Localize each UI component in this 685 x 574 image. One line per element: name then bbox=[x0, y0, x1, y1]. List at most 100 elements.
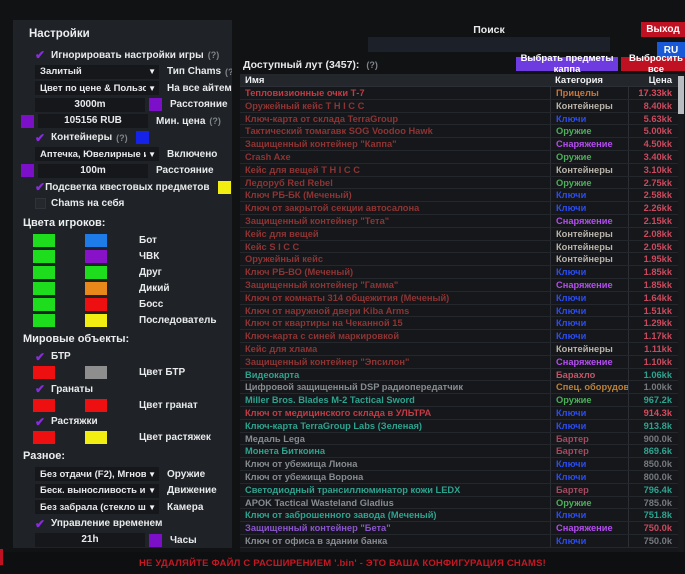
checkbox-checked-icon[interactable]: ✔ bbox=[35, 517, 51, 531]
search-input[interactable] bbox=[368, 37, 610, 52]
color-swatch[interactable] bbox=[149, 534, 162, 547]
dropdown[interactable]: Без отдачи (F2), Мгновенное п▼ bbox=[35, 467, 159, 481]
loot-help-icon[interactable]: (?) bbox=[366, 60, 378, 70]
table-row[interactable]: Цифровой защищенный DSP радиопередатчикС… bbox=[240, 381, 678, 394]
color-swatch[interactable] bbox=[85, 234, 107, 247]
color-swatch[interactable] bbox=[85, 298, 107, 311]
value-input[interactable]: 3000m bbox=[35, 98, 145, 112]
item-name-cell: Ключ от наружной двери Kiba Arms bbox=[240, 305, 550, 317]
table-row[interactable]: Кейс для вещейКонтейнеры2.08kk bbox=[240, 228, 678, 241]
checkbox-unchecked[interactable] bbox=[35, 198, 46, 209]
color-swatch[interactable] bbox=[85, 314, 107, 327]
table-row[interactable]: Защищенный контейнер "Тета"Снаряжение2.1… bbox=[240, 215, 678, 228]
color-swatch[interactable] bbox=[33, 366, 55, 379]
table-row[interactable]: Ключ от убежища ВоронаКлючи800.0k bbox=[240, 471, 678, 484]
table-row[interactable]: Ключ РБ-ВО (Меченый)Ключи1.85kk bbox=[240, 266, 678, 279]
help-icon[interactable]: (?) bbox=[116, 133, 128, 143]
table-row[interactable]: Тактический томагавк SOG Voodoo HawkОруж… bbox=[240, 125, 678, 138]
table-row[interactable]: Тепловизионные очки Т-7Прицелы17.33kk bbox=[240, 87, 678, 100]
color-swatch[interactable] bbox=[136, 131, 149, 144]
color-swatch[interactable] bbox=[85, 399, 107, 412]
checkbox-checked-icon[interactable]: ✔ bbox=[35, 415, 51, 429]
table-row[interactable]: Ключ от убежища ЛионаКлючи850.0k bbox=[240, 458, 678, 471]
column-header-price[interactable]: Цена bbox=[628, 74, 678, 86]
color-swatch[interactable] bbox=[218, 181, 231, 194]
checkbox-checked-icon[interactable]: ✔ bbox=[35, 350, 51, 364]
table-row[interactable]: APOK Tactical Wasteland GladiusОружие785… bbox=[240, 497, 678, 510]
table-row[interactable]: Ключ от квартиры на Чеканной 15Ключи1.29… bbox=[240, 317, 678, 330]
table-row[interactable]: Защищенный контейнер "Бета"Снаряжение750… bbox=[240, 522, 678, 535]
checkbox-checked-icon[interactable]: ✔ bbox=[35, 382, 51, 396]
exit-button[interactable]: Выход bbox=[641, 22, 685, 37]
item-name-cell: Оружейный кейс T H I C C bbox=[240, 100, 550, 112]
color-swatch[interactable] bbox=[33, 234, 55, 247]
table-row[interactable]: Ключ от медицинского склада в УЛЬТРАКлюч… bbox=[240, 407, 678, 420]
table-row[interactable]: Кейс S I C CКонтейнеры2.05kk bbox=[240, 241, 678, 254]
dropdown[interactable]: Аптечка, Ювелирные и...▼ bbox=[35, 147, 159, 161]
color-swatch[interactable] bbox=[85, 366, 107, 379]
table-row[interactable]: Ключ от офиса в здании банкаКлючи750.0k bbox=[240, 535, 678, 548]
table-row[interactable]: Ключ РБ-БК (Меченый)Ключи2.58kk bbox=[240, 189, 678, 202]
table-row[interactable]: Miller Bros. Blades M-2 Tactical SwordОр… bbox=[240, 394, 678, 407]
dropdown[interactable]: Цвет по цене & Пользователь▼ bbox=[35, 81, 159, 95]
color-swatch[interactable] bbox=[85, 282, 107, 295]
table-row[interactable]: Crash AxeОружие3.40kk bbox=[240, 151, 678, 164]
value-input[interactable]: 21h bbox=[35, 533, 145, 547]
color-swatch[interactable] bbox=[85, 431, 107, 444]
column-header-name[interactable]: Имя bbox=[240, 74, 550, 86]
color-swatch[interactable] bbox=[85, 250, 107, 263]
settings-row: Дикий bbox=[21, 282, 226, 295]
table-row[interactable]: Ключ-карта с синей маркировкойКлючи1.17k… bbox=[240, 330, 678, 343]
checkbox-checked-icon[interactable]: ✔ bbox=[35, 131, 51, 145]
color-swatch[interactable] bbox=[33, 399, 55, 412]
checkbox-checked-icon[interactable]: ✔ bbox=[35, 48, 51, 62]
color-swatch[interactable] bbox=[33, 250, 55, 263]
help-icon[interactable]: (?) bbox=[225, 67, 232, 77]
item-price-cell: 3.40kk bbox=[628, 151, 678, 163]
value-input[interactable]: 105156 RUB bbox=[38, 114, 148, 128]
color-swatch[interactable] bbox=[21, 164, 34, 177]
table-row[interactable]: Защищенный контейнер "Эпсилон"Снаряжение… bbox=[240, 356, 678, 369]
table-scrollbar-thumb[interactable] bbox=[678, 76, 684, 114]
dropdown[interactable]: Залитый▼ bbox=[35, 65, 159, 79]
color-swatch[interactable] bbox=[33, 266, 55, 279]
table-row[interactable]: Ключ от заброшенного завода (Меченый)Клю… bbox=[240, 509, 678, 522]
item-name-cell: Тактический томагавк SOG Voodoo Hawk bbox=[240, 125, 550, 137]
color-swatch[interactable] bbox=[33, 282, 55, 295]
table-row[interactable]: Кейс для вещей T H I C CКонтейнеры3.10kk bbox=[240, 164, 678, 177]
color-swatch[interactable] bbox=[149, 98, 162, 111]
table-row[interactable]: Ключ от наружной двери Kiba ArmsКлючи1.5… bbox=[240, 305, 678, 318]
table-row[interactable]: Защищенный контейнер "Гамма"Снаряжение1.… bbox=[240, 279, 678, 292]
dropdown[interactable]: Беск. выносливость и нет уста▼ bbox=[35, 484, 159, 498]
table-row[interactable]: Оружейный кейс T H I C CКонтейнеры8.40kk bbox=[240, 100, 678, 113]
color-swatch[interactable] bbox=[21, 115, 34, 128]
item-category-cell: Контейнеры bbox=[550, 241, 628, 253]
table-row[interactable]: Ключ-карта от склада TerraGroupКлючи5.63… bbox=[240, 113, 678, 126]
help-icon[interactable]: (?) bbox=[209, 116, 221, 126]
table-row[interactable]: Ключ от закрытой секции автосалонаКлючи2… bbox=[240, 202, 678, 215]
select-kappa-items-button[interactable]: Выбрать предметы каппа bbox=[516, 57, 618, 71]
color-swatch[interactable] bbox=[33, 431, 55, 444]
table-row[interactable]: Ключ-карта TerraGroup Labs (Зеленая)Ключ… bbox=[240, 420, 678, 433]
table-row[interactable]: Ледоруб Red RebelОружие2.75kk bbox=[240, 177, 678, 190]
swatch-label: Босс bbox=[139, 299, 163, 310]
table-row[interactable]: Ключ от комнаты 314 общежития (Меченый)К… bbox=[240, 292, 678, 305]
color-swatch[interactable] bbox=[33, 298, 55, 311]
table-row[interactable]: Защищенный контейнер "Каппа"Снаряжение4.… bbox=[240, 138, 678, 151]
table-row[interactable]: ВидеокартаБарахло1.06kk bbox=[240, 369, 678, 382]
item-name-cell: Защищенный контейнер "Каппа" bbox=[240, 138, 550, 150]
table-row[interactable]: Медаль LegaБартер900.0k bbox=[240, 433, 678, 446]
drop-all-button[interactable]: Выбросить все bbox=[621, 57, 685, 71]
color-swatch[interactable] bbox=[85, 266, 107, 279]
checkbox-checked-icon[interactable]: ✔ bbox=[35, 180, 45, 194]
item-category-cell: Ключи bbox=[550, 113, 628, 125]
dropdown[interactable]: Без забрала (стекло шлема)▼ bbox=[35, 500, 159, 514]
table-row[interactable]: Светодиодный трансиллюминатор кожи LEDXБ… bbox=[240, 484, 678, 497]
table-row[interactable]: Монета БиткоинаБартер869.6k bbox=[240, 445, 678, 458]
table-row[interactable]: Кейс для хламаКонтейнеры1.11kk bbox=[240, 343, 678, 356]
column-header-category[interactable]: Категория bbox=[550, 74, 628, 86]
color-swatch[interactable] bbox=[33, 314, 55, 327]
table-row[interactable]: Оружейный кейсКонтейнеры1.95kk bbox=[240, 253, 678, 266]
help-icon[interactable]: (?) bbox=[208, 50, 220, 60]
value-input[interactable]: 100m bbox=[38, 164, 148, 178]
